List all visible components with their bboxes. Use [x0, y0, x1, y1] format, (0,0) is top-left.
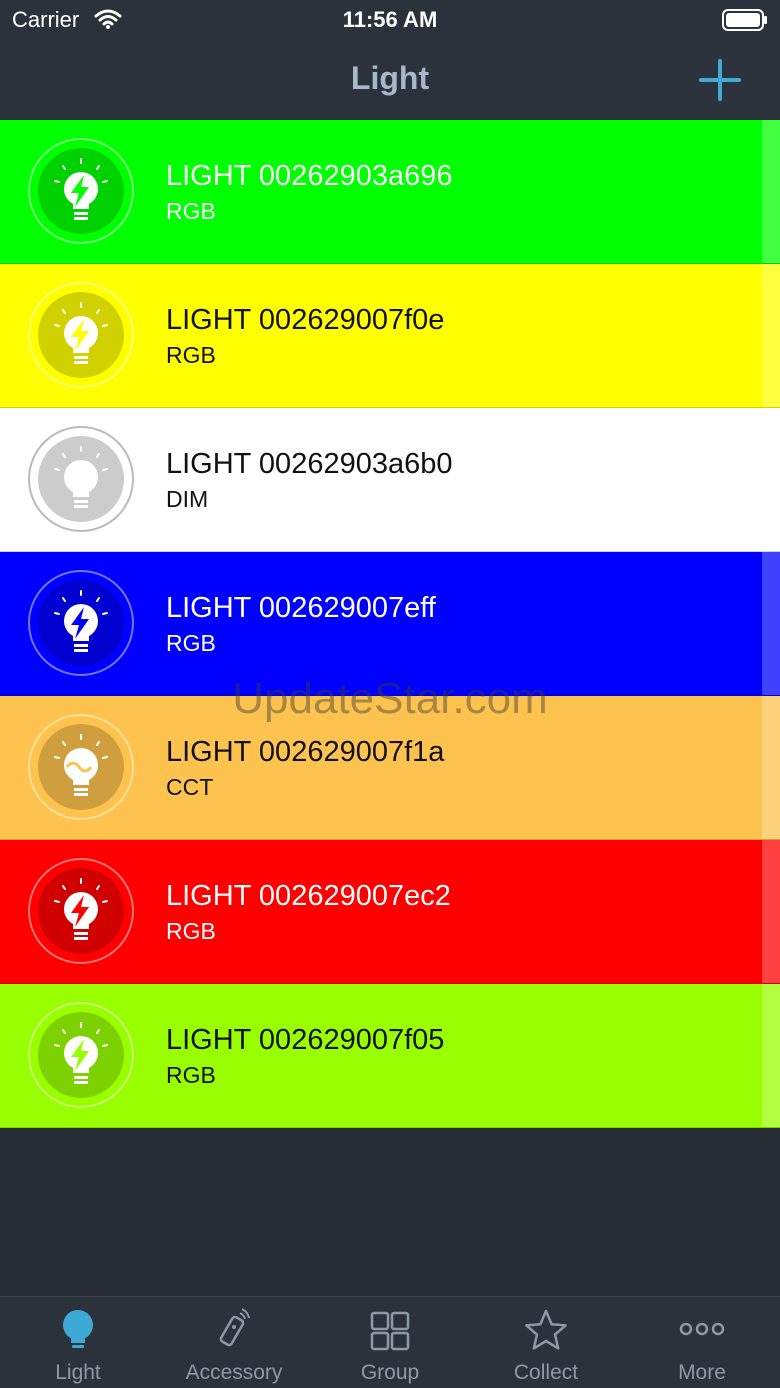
tab-more[interactable]: More — [624, 1297, 780, 1388]
tab-label: Light — [55, 1361, 101, 1384]
tab-label: More — [678, 1361, 726, 1384]
tab-accessory[interactable]: Accessory — [156, 1297, 312, 1388]
remote-icon — [219, 1308, 250, 1347]
row-edge — [762, 840, 780, 983]
light-name: LIGHT 002629007f0e — [166, 304, 445, 336]
bulb-icon — [63, 1310, 93, 1348]
status-time: 11:56 AM — [342, 7, 438, 32]
row-edge — [762, 408, 780, 551]
light-row[interactable]: LIGHT 002629007ec2 RGB — [0, 840, 780, 984]
light-name: LIGHT 002629007ec2 — [166, 880, 451, 912]
tab-light[interactable]: Light — [0, 1297, 156, 1388]
bulb-icon — [27, 425, 135, 533]
bulb-icon — [27, 569, 135, 677]
tab-label: Collect — [513, 1361, 579, 1384]
light-row[interactable]: LIGHT 002629007eff RGB — [0, 552, 780, 696]
status-bar: Carrier 11:56 AM — [0, 0, 780, 40]
tab-label: Accessory — [185, 1361, 283, 1384]
star-icon — [525, 1309, 567, 1350]
tab-bar: Light Accessory Group Collect More — [0, 1296, 780, 1388]
add-light-button[interactable] — [698, 58, 742, 102]
bulb-icon — [27, 1001, 135, 1109]
light-row[interactable]: LIGHT 002629007f1a CCT — [0, 696, 780, 840]
plus-icon — [699, 59, 741, 101]
tab-group[interactable]: Group — [312, 1297, 468, 1388]
light-type: RGB — [166, 1062, 216, 1088]
light-type: RGB — [166, 630, 216, 656]
light-name: LIGHT 002629007eff — [166, 592, 436, 624]
light-list: LIGHT 00262903a696 RGB LIGHT 002629007f0… — [0, 120, 780, 1128]
more-dots-icon — [679, 1322, 725, 1336]
bulb-icon — [27, 857, 135, 965]
light-row[interactable]: LIGHT 002629007f05 RGB — [0, 984, 780, 1128]
tab-collect[interactable]: Collect — [468, 1297, 624, 1388]
light-type: DIM — [166, 486, 209, 512]
tab-label: Group — [360, 1361, 420, 1384]
row-edge — [762, 552, 780, 695]
row-edge — [762, 696, 780, 839]
light-type: CCT — [166, 774, 214, 800]
light-type: RGB — [166, 198, 216, 224]
light-row[interactable]: LIGHT 00262903a6b0 DIM — [0, 408, 780, 552]
light-name: LIGHT 002629007f05 — [166, 1024, 445, 1056]
light-type: RGB — [166, 918, 216, 944]
light-name: LIGHT 00262903a6b0 — [166, 448, 453, 480]
nav-bar: Light — [0, 40, 780, 120]
light-name: LIGHT 00262903a696 — [166, 160, 453, 192]
bulb-icon — [27, 137, 135, 245]
page-title: Light — [350, 60, 430, 96]
light-row[interactable]: LIGHT 00262903a696 RGB — [0, 120, 780, 264]
bulb-icon — [27, 281, 135, 389]
light-row[interactable]: LIGHT 002629007f0e RGB — [0, 264, 780, 408]
battery-icon — [722, 9, 768, 36]
row-edge — [762, 264, 780, 407]
row-edge — [762, 120, 780, 263]
row-edge — [762, 984, 780, 1127]
light-type: RGB — [166, 342, 216, 368]
light-name: LIGHT 002629007f1a — [166, 736, 445, 768]
grid-icon — [370, 1311, 410, 1351]
bulb-icon — [27, 713, 135, 821]
